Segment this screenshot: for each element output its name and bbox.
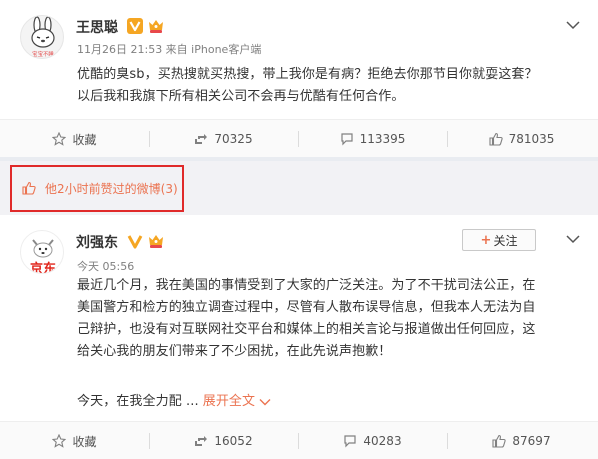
verified-badge-icon — [127, 235, 143, 249]
comment-icon — [340, 133, 353, 146]
action-bar: 收藏 16052 40283 87697 — [0, 421, 598, 459]
thumbs-up-icon — [489, 132, 503, 146]
post-text-line: 己辩护，也没有对互联网社交平台和媒体上的相关言论与报道做出任何回应，这 — [77, 322, 536, 337]
collect-button[interactable]: 收藏 — [0, 422, 149, 459]
repost-count: 70325 — [214, 132, 253, 146]
repost-icon — [195, 436, 208, 446]
chevron-down-icon[interactable] — [566, 234, 580, 244]
post-text-line: 以后我和我旗下所有相关公司不会再与优酷有任何合作。 — [77, 89, 405, 104]
preview-text: 今天，在我全力配 ... — [77, 394, 199, 409]
thumbs-up-icon — [492, 434, 507, 448]
weibo-post-2: 京东 刘强东 今天 05:56 最近几个月，我在美国的事情受到了大家的广泛关注。… — [0, 215, 598, 459]
thumbs-up-icon — [22, 181, 36, 195]
liked-weibo-link[interactable]: 他2小时前赞过的微博(3) — [45, 180, 178, 197]
verified-badge-icon — [127, 18, 143, 34]
author-name[interactable]: 王思聪 — [76, 17, 118, 37]
avatar-caption: 宝宝不睡 — [32, 51, 54, 58]
post-text: 优酷的臭sb，买热搜就买热搜，带上我你是有病？拒绝去你那节目你就耍这套？ 以后我… — [77, 64, 587, 108]
chevron-down-icon[interactable] — [566, 20, 580, 30]
repost-button[interactable]: 70325 — [149, 120, 298, 158]
repost-count: 16052 — [214, 434, 253, 448]
crown-member-icon — [149, 20, 163, 33]
plus-icon: + — [480, 232, 492, 248]
crown-member-icon — [149, 235, 163, 248]
post-text-line: 最近几个月，我在美国的事情受到了大家的广泛关注。为了不干扰司法公正，在 — [77, 278, 536, 293]
post-body: 宝宝不睡 王思聪 11月26日 21:53 来自 iPhone客户端 优酷的臭s… — [0, 0, 598, 117]
post-meta: 今天 05:56 — [77, 260, 135, 273]
collect-button[interactable]: 收藏 — [0, 120, 149, 158]
post-meta: 11月26日 21:53 来自 iPhone客户端 — [77, 43, 262, 56]
post-text-line: 优酷的臭sb，买热搜就买热搜，带上我你是有病？拒绝去你那节目你就耍这套？ — [77, 67, 538, 82]
star-icon — [52, 132, 67, 146]
follow-button[interactable]: + 关注 — [462, 229, 536, 251]
repost-icon — [195, 134, 208, 144]
repost-button[interactable]: 16052 — [149, 422, 298, 459]
collect-label: 收藏 — [72, 132, 97, 147]
comment-button[interactable]: 113395 — [298, 120, 447, 158]
post-text-line: 美国警方和检方的独立调查过程中，尽管有人散布误导信息，但我本人无法为自 — [77, 300, 536, 315]
post-preview-line: 今天，在我全力配 ... 展开全文 — [77, 391, 377, 413]
author-name[interactable]: 刘强东 — [76, 232, 118, 252]
like-button[interactable]: 87697 — [447, 422, 596, 459]
weibo-post-1: 宝宝不睡 王思聪 11月26日 21:53 来自 iPhone客户端 优酷的臭s… — [0, 0, 598, 157]
comment-button[interactable]: 40283 — [298, 422, 447, 459]
user-avatar[interactable]: 宝宝不睡 — [20, 15, 64, 59]
like-count: 87697 — [512, 434, 551, 448]
user-avatar[interactable]: 京东 — [20, 230, 64, 274]
collect-label: 收藏 — [72, 434, 97, 449]
post-text-line: 给关心我的朋友们带来了不少困扰，在此先说声抱歉！ — [77, 344, 392, 359]
avatar-caption: 京东 — [29, 262, 56, 274]
chevron-down-icon[interactable] — [259, 398, 271, 406]
like-button[interactable]: 781035 — [447, 120, 596, 158]
star-icon — [52, 434, 67, 448]
like-count: 781035 — [508, 132, 555, 146]
comment-icon — [344, 435, 357, 448]
follow-label: 关注 — [493, 233, 518, 248]
post-text: 最近几个月，我在美国的事情受到了大家的广泛关注。为了不干扰司法公正，在 美国警方… — [77, 275, 587, 363]
action-bar: 收藏 70325 113395 781035 — [0, 119, 598, 157]
expand-full-text-link[interactable]: 展开全文 — [203, 391, 255, 413]
comment-count: 113395 — [359, 132, 406, 146]
comment-count: 40283 — [363, 434, 402, 448]
